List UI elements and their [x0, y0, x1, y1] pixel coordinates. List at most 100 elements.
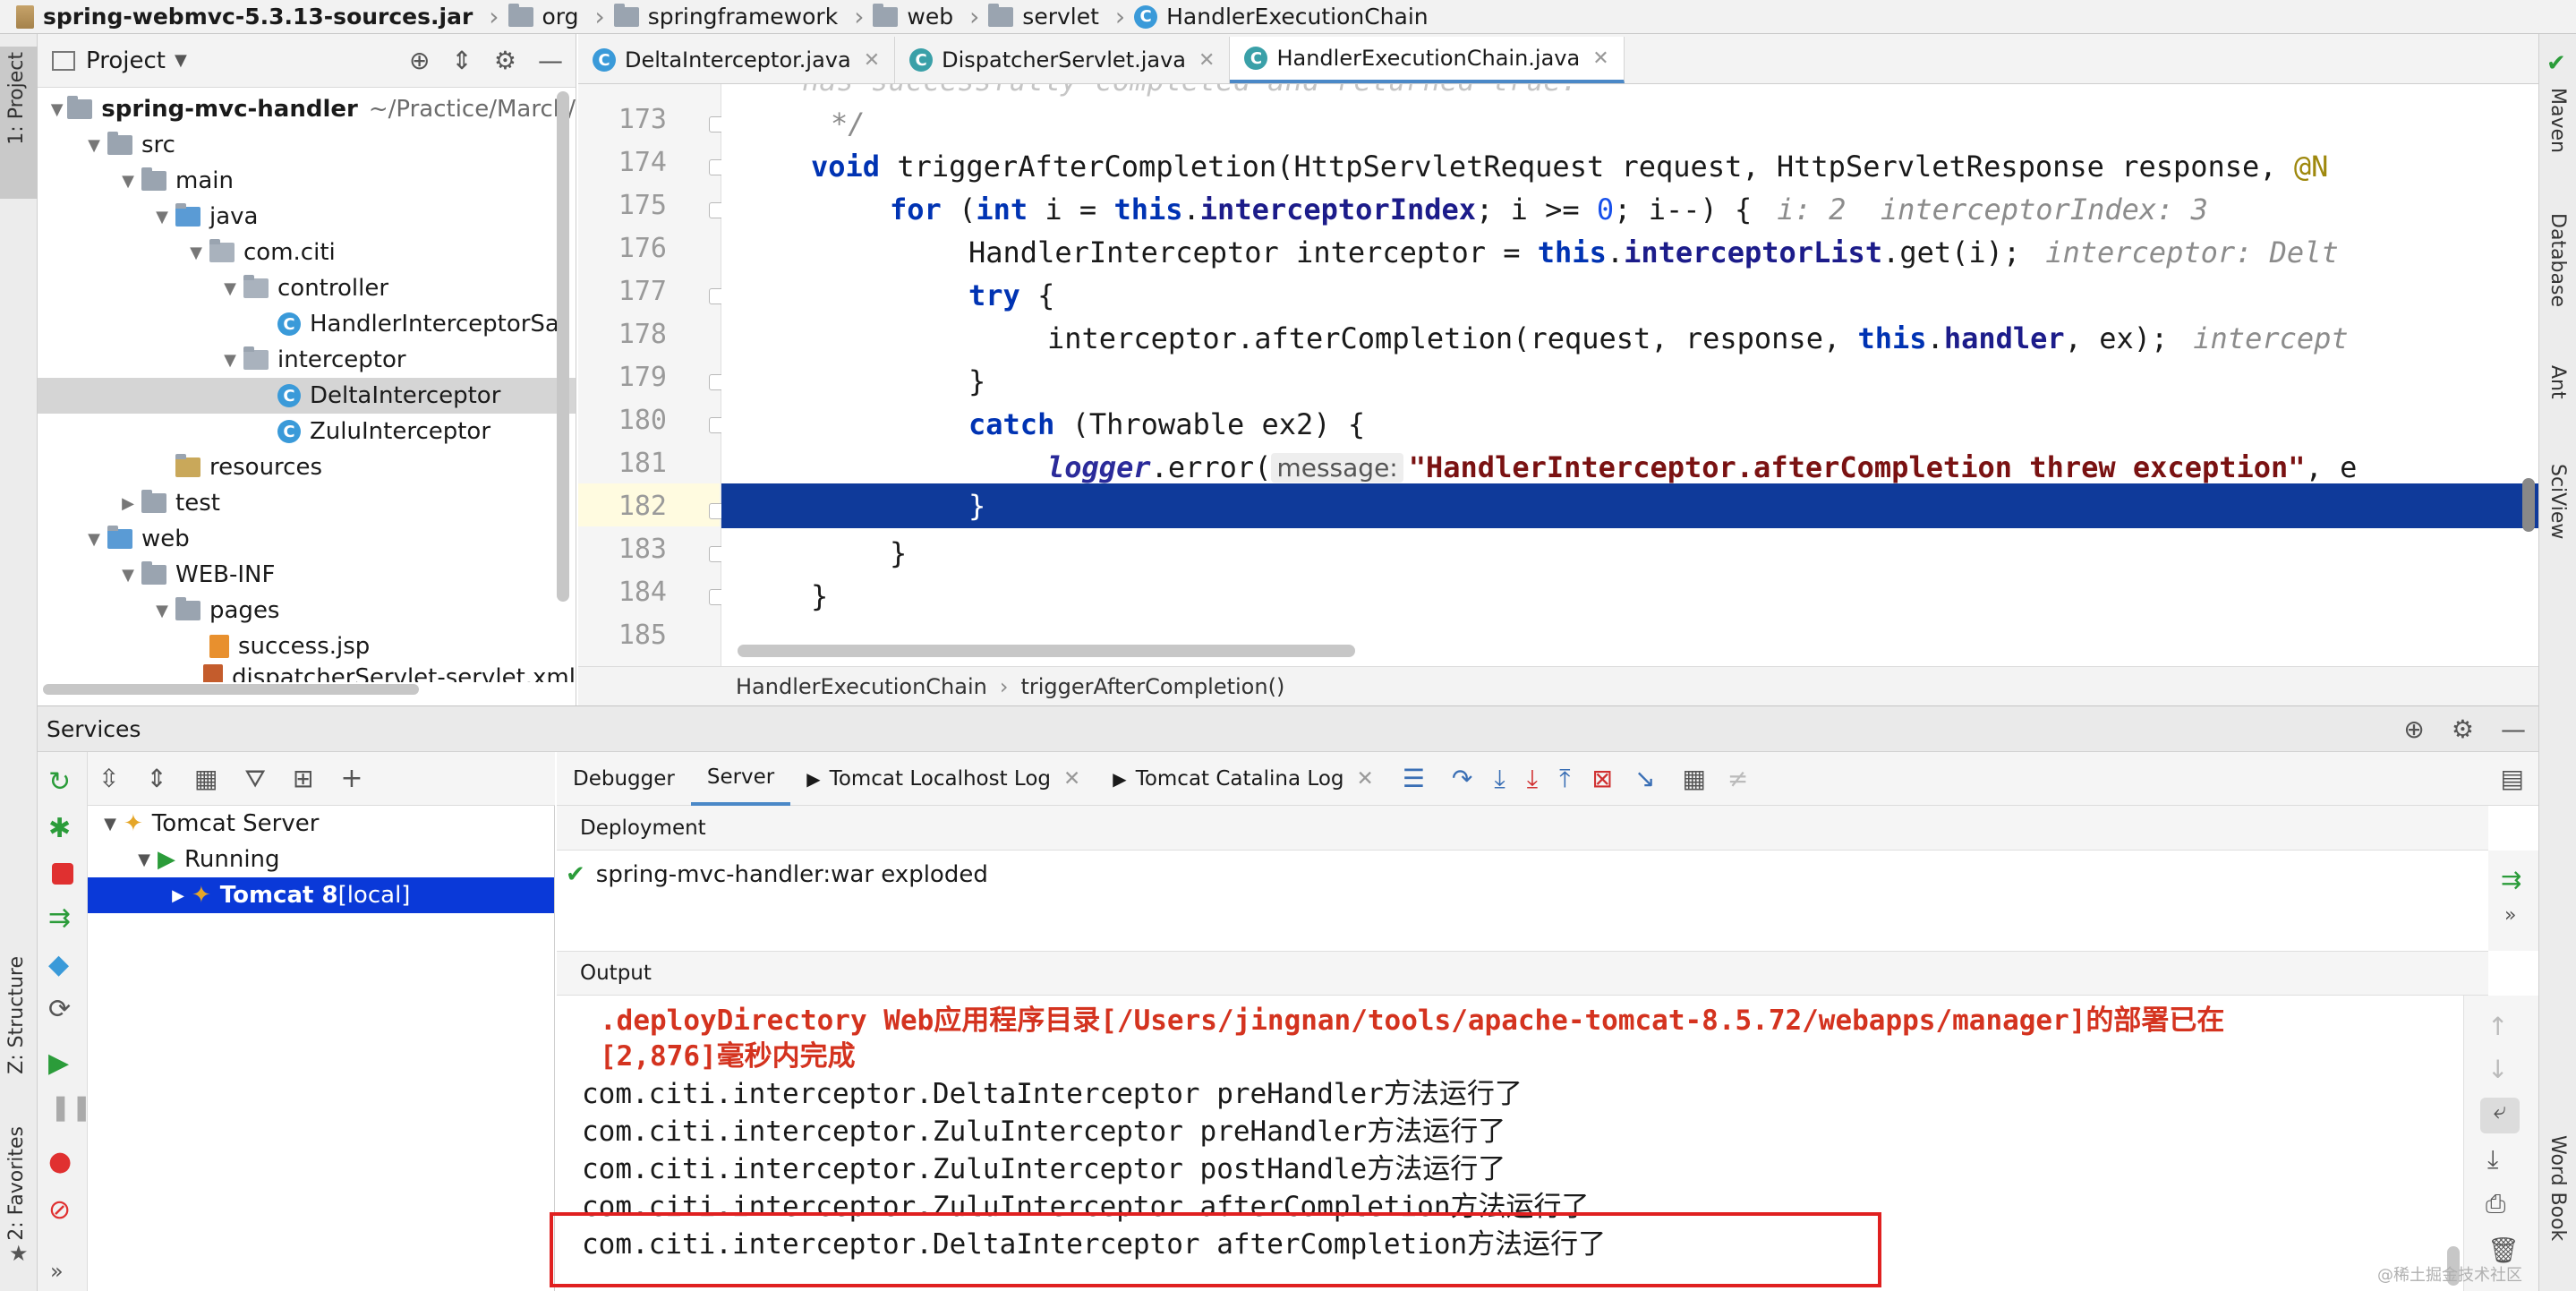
- service-tree-item[interactable]: ▼ ✦ Tomcat Server: [88, 806, 554, 842]
- deploy-icon[interactable]: ⇉: [2501, 865, 2521, 894]
- line-number[interactable]: 182: [618, 491, 667, 522]
- tab-delta-interceptor[interactable]: C DeltaInterceptor.java ✕: [578, 37, 896, 83]
- rerun-icon[interactable]: ↻: [48, 766, 71, 798]
- tree-item[interactable]: ▼ main: [38, 163, 576, 199]
- tab-tomcat-catalina-log[interactable]: ▶ Tomcat Catalina Log ✕: [1096, 752, 1389, 806]
- line-number[interactable]: 183: [618, 534, 667, 565]
- chevron-down-icon[interactable]: ▼: [81, 530, 107, 549]
- up-icon[interactable]: ↑: [2487, 1012, 2508, 1041]
- chevron-down-icon[interactable]: ▼: [149, 602, 175, 620]
- line-number[interactable]: 181: [618, 448, 667, 479]
- line-number[interactable]: 178: [618, 319, 667, 350]
- new-group-icon[interactable]: ⊞: [293, 764, 313, 793]
- favorites-tool-tab[interactable]: 2: Favorites: [5, 1126, 28, 1241]
- chevron-down-icon[interactable]: ▼: [183, 244, 209, 262]
- tab-dispatcher-servlet[interactable]: C DispatcherServlet.java ✕: [895, 37, 1231, 83]
- close-icon[interactable]: ✕: [1198, 49, 1215, 72]
- close-icon[interactable]: ✕: [1592, 47, 1608, 70]
- tab-debugger[interactable]: Debugger: [557, 752, 691, 806]
- close-icon[interactable]: ✕: [1063, 767, 1080, 791]
- group-by-icon[interactable]: ▦: [194, 764, 218, 793]
- service-tree-item[interactable]: ▶ ✦ Tomcat 8 [local]: [88, 877, 554, 913]
- add-icon[interactable]: +: [340, 763, 363, 794]
- project-view-selector[interactable]: Project: [86, 47, 166, 74]
- deployment-item[interactable]: spring-mvc-handler:war exploded: [596, 861, 988, 888]
- chevron-down-icon[interactable]: ▼: [217, 351, 243, 370]
- resume-icon[interactable]: ▶: [48, 1047, 69, 1079]
- chevron-right-icon[interactable]: ▶: [165, 886, 192, 905]
- step-over-icon[interactable]: ↷: [1452, 764, 1472, 793]
- line-number[interactable]: 174: [618, 147, 667, 178]
- step-out-icon[interactable]: ⤒: [1559, 764, 1570, 794]
- breadcrumb-org[interactable]: org: [508, 3, 579, 30]
- scroll-to-end-icon[interactable]: ⤓: [2487, 1144, 2498, 1175]
- project-scrollbar-horizontal[interactable]: [43, 684, 419, 695]
- chevron-down-icon[interactable]: ▼: [97, 815, 124, 834]
- drop-frame-icon[interactable]: ⊠: [1592, 764, 1613, 793]
- debug-icon[interactable]: ✱: [48, 813, 71, 844]
- breadcrumb-springframework[interactable]: springframework: [613, 3, 838, 30]
- filter-icon[interactable]: ⛛: [244, 764, 266, 794]
- line-number[interactable]: 179: [618, 362, 667, 393]
- deploy-icon[interactable]: ⇉: [48, 902, 71, 934]
- tree-item[interactable]: C HandlerInterceptorSar: [38, 306, 576, 342]
- line-number[interactable]: 177: [618, 276, 667, 307]
- tree-item[interactable]: ▼ web: [38, 521, 576, 557]
- expand-all-icon[interactable]: ⇳: [98, 764, 119, 793]
- minimize-icon[interactable]: —: [538, 46, 563, 75]
- breakpoints-icon[interactable]: ●: [48, 1146, 72, 1177]
- breadcrumb-class[interactable]: C HandlerExecutionChain: [1134, 4, 1429, 30]
- chevron-down-icon[interactable]: ▼: [175, 51, 187, 70]
- collapse-all-icon[interactable]: ⇕: [146, 764, 166, 793]
- editor-breadcrumb-class[interactable]: HandlerExecutionChain: [736, 674, 987, 699]
- add-service-icon[interactable]: ⊕: [2403, 714, 2424, 744]
- chevron-down-icon[interactable]: ▼: [217, 279, 243, 298]
- chevron-down-icon[interactable]: ▼: [115, 566, 141, 585]
- more-icon[interactable]: »: [50, 1259, 64, 1284]
- layout-icon[interactable]: ▤: [2501, 764, 2524, 793]
- line-number[interactable]: 176: [618, 233, 667, 264]
- maven-tool-tab[interactable]: Maven: [2546, 88, 2569, 153]
- tree-item[interactable]: dispatcherServlet-servlet.xml: [38, 664, 576, 682]
- editor-scrollbar-horizontal[interactable]: [738, 645, 1355, 657]
- tree-item[interactable]: ▶ test: [38, 485, 576, 521]
- pause-icon[interactable]: ❚❚: [50, 1092, 92, 1122]
- tab-handler-execution-chain[interactable]: C HandlerExecutionChain.java ✕: [1230, 37, 1625, 83]
- more-icon[interactable]: »: [2504, 904, 2516, 927]
- minimize-icon[interactable]: —: [2501, 714, 2526, 744]
- chevron-down-icon[interactable]: ▼: [47, 100, 67, 119]
- collapse-all-icon[interactable]: ⇕: [451, 46, 472, 75]
- breadcrumb-servlet[interactable]: servlet: [988, 3, 1099, 30]
- tree-item[interactable]: ▼ WEB-INF: [38, 557, 576, 593]
- locate-icon[interactable]: ⊕: [409, 46, 430, 75]
- tree-item[interactable]: resources: [38, 449, 576, 485]
- structure-tool-tab[interactable]: Z: Structure: [5, 956, 28, 1074]
- trash-icon[interactable]: 🗑: [2487, 1235, 2520, 1265]
- line-number[interactable]: 184: [618, 577, 667, 608]
- code-editor[interactable]: has successfully completed and returned …: [721, 84, 2538, 666]
- evaluate-icon[interactable]: ▦: [1682, 764, 1705, 793]
- step-into-icon[interactable]: ⤓: [1494, 764, 1505, 794]
- down-icon[interactable]: ↓: [2487, 1055, 2508, 1084]
- tree-item[interactable]: ▼ java: [38, 199, 576, 235]
- soft-wrap-icon[interactable]: ⤶: [2480, 1098, 2520, 1133]
- tree-item[interactable]: ▼ controller: [38, 270, 576, 306]
- gear-icon[interactable]: ⚙: [2452, 714, 2474, 744]
- tab-server[interactable]: Server: [690, 752, 791, 806]
- line-number[interactable]: 173: [618, 104, 667, 135]
- chevron-down-icon[interactable]: ▼: [131, 851, 158, 869]
- project-scrollbar-vertical[interactable]: [557, 91, 569, 602]
- run-to-cursor-icon[interactable]: ↘: [1634, 764, 1655, 793]
- gear-icon[interactable]: ⚙: [494, 46, 516, 75]
- tree-item[interactable]: ▼ src: [38, 127, 576, 163]
- tree-item[interactable]: success.jsp: [38, 628, 576, 664]
- project-tool-tab[interactable]: 1: Project: [5, 52, 28, 145]
- sciview-tool-tab[interactable]: SciView: [2546, 464, 2569, 539]
- tree-item[interactable]: C ZuluInterceptor: [38, 414, 576, 449]
- chevron-down-icon[interactable]: ▼: [115, 172, 141, 191]
- tree-item[interactable]: C DeltaInterceptor: [38, 378, 576, 414]
- mute-breakpoints-icon[interactable]: ⊘: [48, 1194, 71, 1226]
- artifact-icon[interactable]: ◆: [48, 949, 69, 980]
- force-step-into-icon[interactable]: ⤓: [1527, 764, 1538, 794]
- line-number[interactable]: 175: [618, 190, 667, 221]
